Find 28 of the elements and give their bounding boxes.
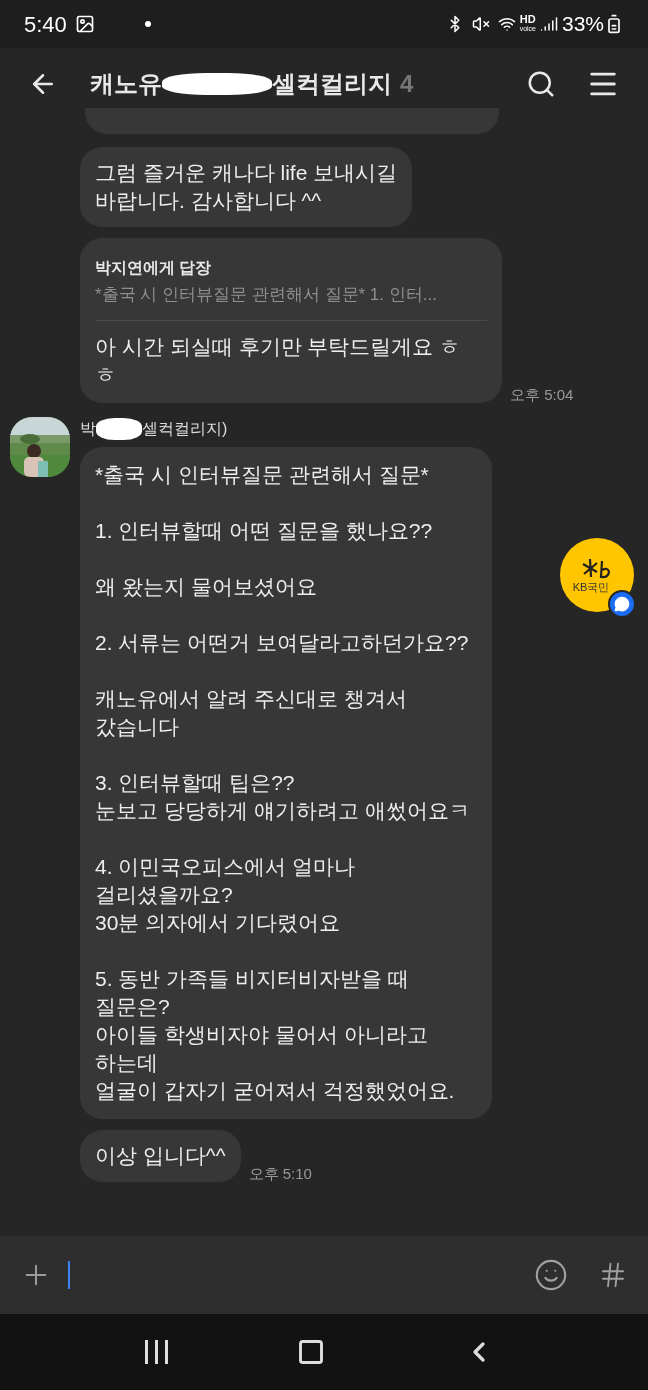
battery-percent: 33% [561, 11, 604, 38]
chat-title: 캐노유 [90, 69, 162, 99]
message-time: 오후 5:04 [510, 385, 574, 405]
member-count: 4 [400, 69, 414, 99]
chat-badge-icon [608, 590, 636, 618]
sender-name: 박 [80, 418, 96, 439]
image-icon [74, 14, 95, 34]
redaction-mark [96, 417, 142, 440]
search-button[interactable] [526, 69, 556, 99]
wifi-icon [497, 15, 516, 33]
recent-apps-button[interactable] [144, 1340, 168, 1364]
message-text: 아 시간 되실때 후기만 부탁드릴게요 ㅎㅎ [95, 333, 462, 388]
message-bubble: *출국 시 인터뷰질문 관련해서 질문* 1. 인터뷰할때 어떤 질문을 했나요?? 왜 왔는지 물어보셨어요 2. 서류는 어떤거 보여달라고하던가요?? 캐노유에서 알려 주신대로 챙겨서 갔습니다 3. 인터뷰할때 팁은?? 눈보고 당당하게 얘기하려고 애썼어요ㅋ 4. 이민국오피스에서 얼마나 걸리셨을까요? 30분 의자에서 기다렸어요 5. 동반 가족들 비지터비자받을 때 질문은? 아이들 학생비자야 물어서 아니라고 하는데 얼굴이 갑자기 굳어져서 걱정했었어요. [80, 446, 492, 1119]
home-button[interactable] [297, 1338, 326, 1366]
emoji-button[interactable] [534, 1258, 568, 1292]
kb-floating-button[interactable]: KB국민 [560, 538, 634, 612]
chat-title: 셀컥컬리지 [272, 69, 392, 99]
message-bubble: 그럼 즐거운 캐나다 life 보내시길 바랍니다. 감사합니다 ^^ [80, 147, 413, 227]
logo-text: KB국민 [572, 581, 610, 593]
sender-name: 셀컥컬리지) [142, 418, 228, 439]
hd-label: HD [519, 15, 536, 24]
status-time: 5:40 [24, 10, 67, 39]
quoted-text: *출국 시 인터뷰질문 관련해서 질문* 1. 인터... [95, 284, 438, 306]
reply-target: 박지연에게 답장 [95, 258, 213, 278]
signal-icon [539, 15, 558, 33]
mute-icon [471, 15, 490, 33]
message-time: 오후 5:10 [248, 1164, 312, 1184]
message-bubble: 이상 입니다^^ [80, 1129, 241, 1182]
